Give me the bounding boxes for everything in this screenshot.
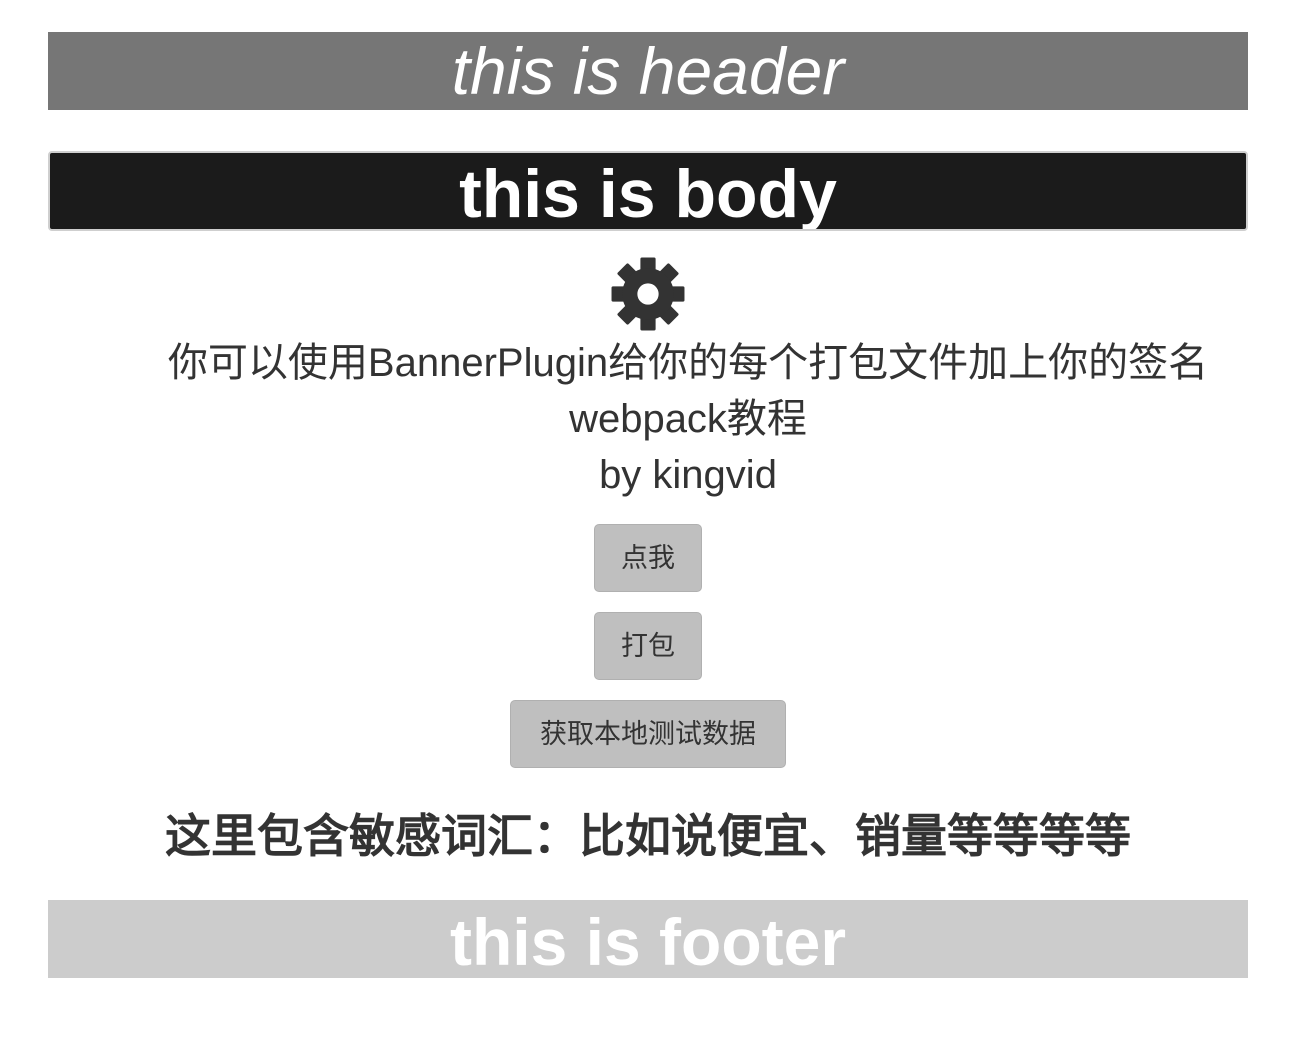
click-me-button[interactable]: 点我 <box>594 524 702 592</box>
page-footer: this is footer <box>48 900 1248 978</box>
page: this is header this is body 你可以使用BannerP… <box>0 0 1312 1038</box>
banner-plugin-text: 你可以使用BannerPlugin给你的每个打包文件加上你的签名 <box>167 341 1209 385</box>
body-title: this is body <box>459 156 837 231</box>
body-banner: this is body <box>48 151 1248 231</box>
author-text: by kingvid <box>599 453 777 497</box>
fetch-local-data-button[interactable]: 获取本地测试数据 <box>510 700 786 768</box>
footer-title: this is footer <box>449 905 847 978</box>
tutorial-title: webpack教程 <box>569 397 807 441</box>
page-header: this is header <box>48 32 1248 110</box>
gear-icon <box>611 257 685 331</box>
sensitive-words-text: 这里包含敏感词汇：比如说便宜、销量等等等等 <box>165 810 1131 862</box>
header-title: this is header <box>451 34 845 108</box>
pack-button[interactable]: 打包 <box>594 612 702 680</box>
